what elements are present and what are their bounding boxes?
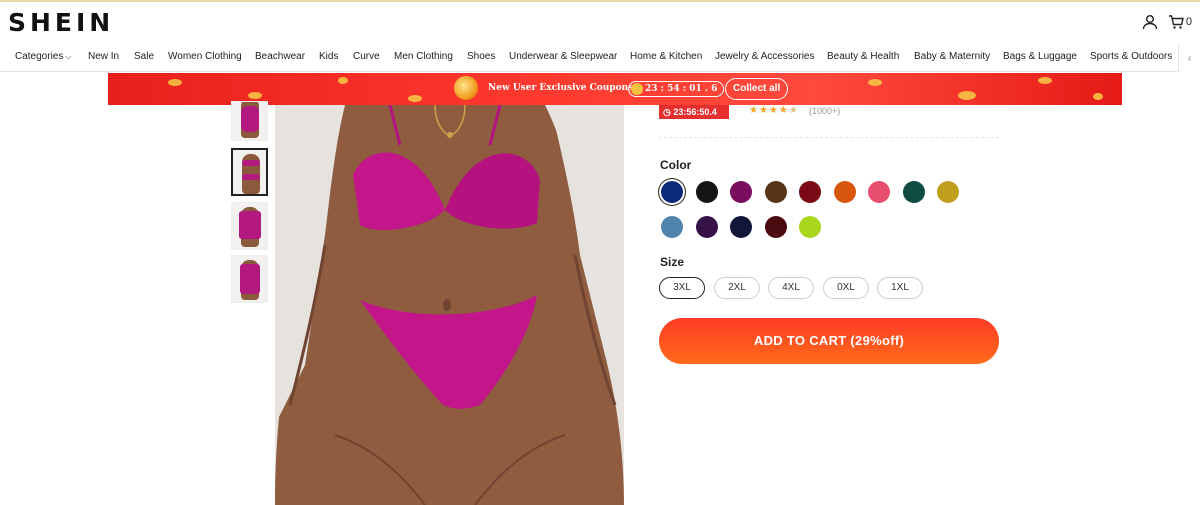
clock-icon — [631, 83, 643, 95]
cart-icon[interactable] — [1168, 14, 1184, 30]
color-swatch[interactable] — [730, 181, 752, 203]
model-photo — [275, 105, 624, 505]
banner-text: New User Exclusive Coupons — [488, 83, 634, 93]
gift-icon — [454, 76, 478, 100]
site-header: SHEIN 0 — [0, 2, 1200, 42]
size-label: Size — [660, 255, 685, 269]
cart-count: 0 — [1185, 16, 1192, 28]
thumbnail-swimsuit-bottom — [242, 174, 260, 180]
coin-decoration — [1038, 77, 1052, 84]
flash-sale-badge: ◷ 23:56:50.4 — [659, 105, 729, 119]
shein-logo[interactable]: SHEIN — [8, 8, 114, 37]
size-option[interactable]: 2XL — [714, 277, 760, 299]
nav-item-shoes[interactable]: Shoes — [467, 51, 495, 62]
banner-timer-value: 23 : 54 : 01 . 6 — [645, 84, 718, 94]
category-nav: Categories ⌵ New In Sale Women Clothing B… — [0, 44, 1200, 72]
thumbnail-3[interactable] — [231, 202, 268, 250]
rating-stars[interactable]: ★★★★★ — [749, 105, 799, 116]
thumbnail-4[interactable] — [231, 255, 268, 303]
nav-item-bags-luggage[interactable]: Bags & Luggage — [1003, 51, 1077, 62]
divider — [659, 137, 999, 138]
color-swatch[interactable] — [695, 216, 718, 238]
coin-decoration — [958, 91, 976, 100]
nav-item-jewelry-accessories[interactable]: Jewelry & Accessories — [715, 51, 814, 62]
coin-decoration — [868, 79, 882, 86]
color-swatch[interactable] — [764, 216, 787, 238]
nav-item-beauty-health[interactable]: Beauty & Health — [827, 51, 899, 62]
color-swatch[interactable] — [902, 181, 925, 203]
thumbnail-1[interactable] — [231, 101, 268, 141]
thumbnail-swimsuit — [240, 264, 260, 294]
banner-timer: 23 : 54 : 01 . 6 — [628, 81, 725, 97]
thumbnail-swimsuit — [241, 106, 259, 132]
review-count[interactable]: (1000+) — [809, 106, 840, 116]
color-swatch[interactable] — [799, 181, 821, 203]
coin-decoration — [248, 92, 262, 99]
main-product-image[interactable] — [275, 105, 624, 505]
collect-all-button[interactable]: Collect all — [725, 78, 789, 100]
color-swatch[interactable] — [868, 181, 890, 203]
chevron-down-icon: ⌵ — [65, 52, 72, 61]
color-swatch[interactable] — [799, 216, 821, 238]
coin-decoration — [168, 79, 182, 86]
nav-item-sports-outdoors[interactable]: Sports & Outdoors — [1090, 51, 1172, 62]
add-to-cart-button[interactable]: ADD TO CART (29%off) — [659, 318, 999, 364]
nav-item-women-clothing[interactable]: Women Clothing — [168, 51, 242, 62]
color-swatch[interactable] — [661, 181, 683, 203]
coin-decoration — [408, 95, 422, 102]
coin-decoration — [1093, 93, 1103, 100]
header-icons: 0 — [1142, 14, 1192, 30]
size-option[interactable]: 0XL — [823, 277, 869, 299]
color-swatch[interactable] — [764, 181, 787, 203]
thumbnail-2[interactable] — [231, 148, 268, 196]
nav-item-categories[interactable]: Categories ⌵ — [15, 51, 71, 62]
color-label: Color — [660, 158, 692, 172]
nav-item-baby-maternity[interactable]: Baby & Maternity — [914, 51, 990, 62]
nav-item-curve[interactable]: Curve — [353, 51, 380, 62]
nav-item-home-kitchen[interactable]: Home & Kitchen — [630, 51, 702, 62]
color-swatch[interactable] — [833, 181, 856, 203]
color-swatch[interactable] — [937, 181, 959, 203]
thumbnail-swimsuit — [239, 211, 261, 239]
size-option[interactable]: 3XL — [659, 277, 705, 299]
nav-item-new-in[interactable]: New In — [88, 51, 119, 62]
nav-item-underwear-sleepwear[interactable]: Underwear & Sleepwear — [509, 51, 617, 62]
nav-item-sale[interactable]: Sale — [134, 51, 154, 62]
thumbnail-swimsuit-top — [242, 160, 260, 166]
nav-item-beachwear[interactable]: Beachwear — [255, 51, 305, 62]
nav-item-men-clothing[interactable]: Men Clothing — [394, 51, 453, 62]
color-swatch[interactable] — [661, 216, 683, 238]
size-option[interactable]: 1XL — [877, 277, 923, 299]
clock-icon: ◷ — [663, 107, 671, 117]
flash-timer: 23:56:50.4 — [673, 107, 717, 117]
color-swatch[interactable] — [695, 181, 718, 203]
nav-label: Categories — [15, 51, 64, 62]
nav-scroll-icon[interactable]: ‹ — [1178, 44, 1200, 72]
size-option[interactable]: 4XL — [768, 277, 814, 299]
color-swatch[interactable] — [730, 216, 752, 238]
coin-decoration — [338, 77, 348, 84]
nav-item-kids[interactable]: Kids — [319, 51, 338, 62]
user-icon[interactable] — [1142, 14, 1158, 30]
